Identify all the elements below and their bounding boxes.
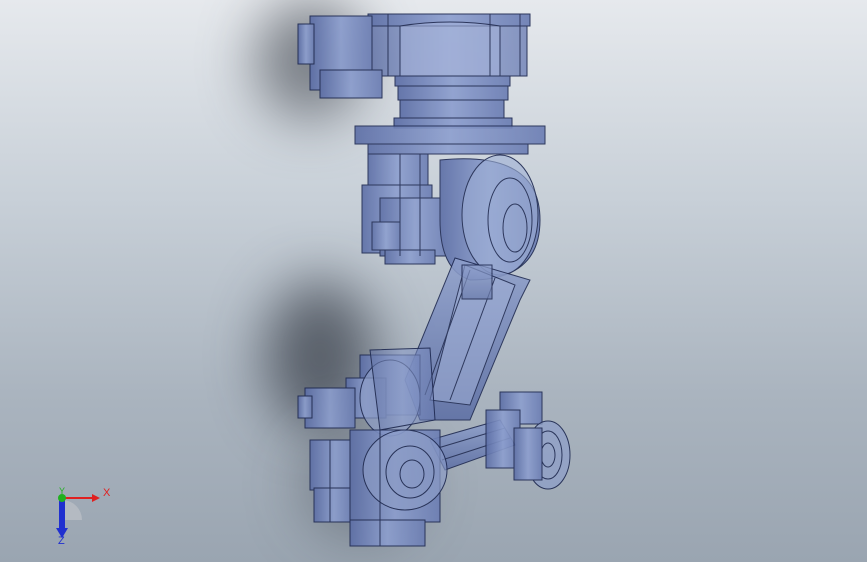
x-axis-label: X xyxy=(103,487,111,499)
turret-flange[interactable] xyxy=(354,125,546,281)
coordinate-triad: X Y Z xyxy=(44,478,114,548)
wrist-assembly[interactable] xyxy=(485,391,571,490)
graphics-viewport[interactable]: X Y Z xyxy=(0,0,867,562)
base-assembly[interactable] xyxy=(297,13,531,129)
lower-base[interactable] xyxy=(309,429,448,547)
elbow-joint[interactable] xyxy=(297,347,436,437)
z-axis-label: Z xyxy=(58,535,65,547)
robot-arm-model[interactable] xyxy=(0,0,867,562)
y-axis-label: Y xyxy=(59,486,66,496)
